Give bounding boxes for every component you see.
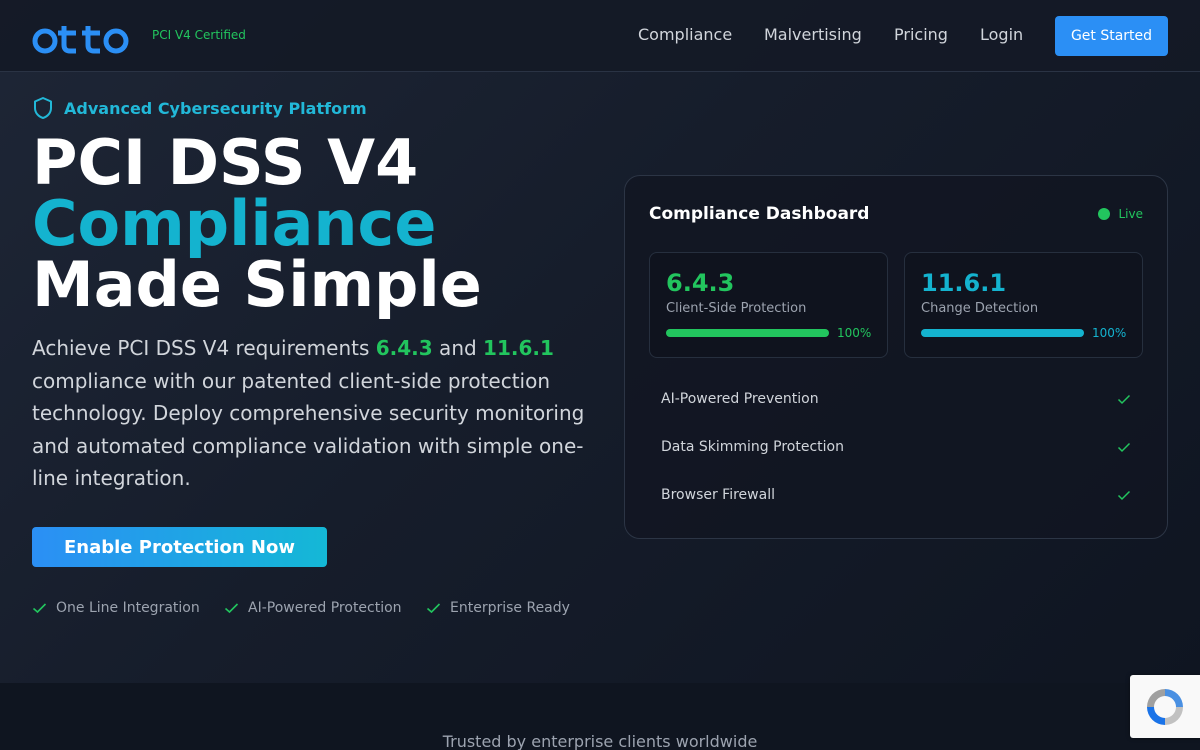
card-label: Change Detection	[921, 301, 1039, 316]
progress-fill	[921, 329, 1084, 337]
progress-track	[666, 329, 829, 337]
check-icon	[1117, 442, 1131, 452]
checklist-item-data-skimming: Data Skimming Protection	[661, 439, 1131, 455]
feature-ai-powered-protection: AI-Powered Protection	[224, 600, 402, 616]
progress-fill	[666, 329, 829, 337]
recaptcha-icon	[1147, 688, 1183, 725]
recaptcha-badge[interactable]	[1130, 675, 1200, 738]
hero-description: Achieve PCI DSS V4 requirements 6.4.3 an…	[32, 332, 592, 495]
card-label: Client-Side Protection	[666, 301, 807, 316]
checklist-item-ai-prevention: AI-Powered Prevention	[661, 391, 1131, 407]
nav-link-login[interactable]: Login	[980, 25, 1023, 44]
pci-certified-badge: PCI V4 Certified	[152, 28, 246, 42]
requirement-card-6-4-3: 6.4.3 Client-Side Protection 100%	[649, 252, 888, 358]
requirement-6-4-3: 6.4.3	[375, 336, 433, 360]
platform-badge-text: Advanced Cybersecurity Platform	[64, 98, 367, 118]
card-code: 11.6.1	[921, 269, 1007, 297]
checklist-label: Browser Firewall	[661, 487, 775, 503]
otto-logo[interactable]: otto	[32, 20, 130, 54]
check-icon	[32, 603, 47, 614]
trusted-by-heading: Trusted by enterprise clients worldwide	[442, 732, 758, 750]
requirement-card-11-6-1: 11.6.1 Change Detection 100%	[904, 252, 1143, 358]
live-status-text: Live	[1118, 207, 1143, 221]
card-code: 6.4.3	[666, 269, 735, 297]
live-status: Live	[1098, 207, 1143, 221]
live-dot-icon	[1098, 208, 1111, 220]
checklist-item-browser-firewall: Browser Firewall	[661, 487, 1131, 503]
progress-percent: 100%	[1092, 326, 1127, 340]
check-icon	[1117, 490, 1131, 500]
desc-text-3: compliance with our patented client-side…	[32, 368, 585, 491]
feature-one-line-integration: One Line Integration	[32, 600, 200, 616]
desc-text-2: and	[432, 336, 484, 360]
compliance-dashboard: Compliance Dashboard Live 6.4.3 Client-S…	[624, 175, 1168, 539]
dashboard-title: Compliance Dashboard	[649, 204, 870, 224]
enable-protection-button[interactable]: Enable Protection Now	[32, 527, 327, 567]
shield-icon	[34, 97, 52, 119]
hero-heading: PCI DSS V4 Compliance Made Simple	[32, 132, 482, 316]
checklist-label: Data Skimming Protection	[661, 439, 844, 455]
nav-link-pricing[interactable]: Pricing	[894, 25, 948, 44]
feature-label: One Line Integration	[56, 600, 200, 616]
progress-track	[921, 329, 1084, 337]
feature-label: Enterprise Ready	[450, 600, 570, 616]
feature-label: AI-Powered Protection	[248, 600, 402, 616]
get-started-button[interactable]: Get Started	[1055, 16, 1168, 56]
checklist-label: AI-Powered Prevention	[661, 391, 819, 407]
requirement-11-6-1: 11.6.1	[483, 336, 554, 360]
platform-badge: Advanced Cybersecurity Platform	[32, 96, 367, 120]
nav-link-compliance[interactable]: Compliance	[638, 25, 732, 44]
nav-link-malvertising[interactable]: Malvertising	[764, 25, 862, 44]
check-icon	[426, 603, 441, 614]
feature-enterprise-ready: Enterprise Ready	[426, 600, 570, 616]
desc-text-1: Achieve PCI DSS V4 requirements	[32, 336, 376, 360]
check-icon	[1117, 394, 1131, 404]
check-icon	[224, 603, 239, 614]
progress-percent: 100%	[837, 326, 872, 340]
top-navigation: otto PCI V4 Certified Compliance Malvert…	[0, 0, 1200, 72]
heading-line-3: Made Simple	[32, 248, 482, 321]
